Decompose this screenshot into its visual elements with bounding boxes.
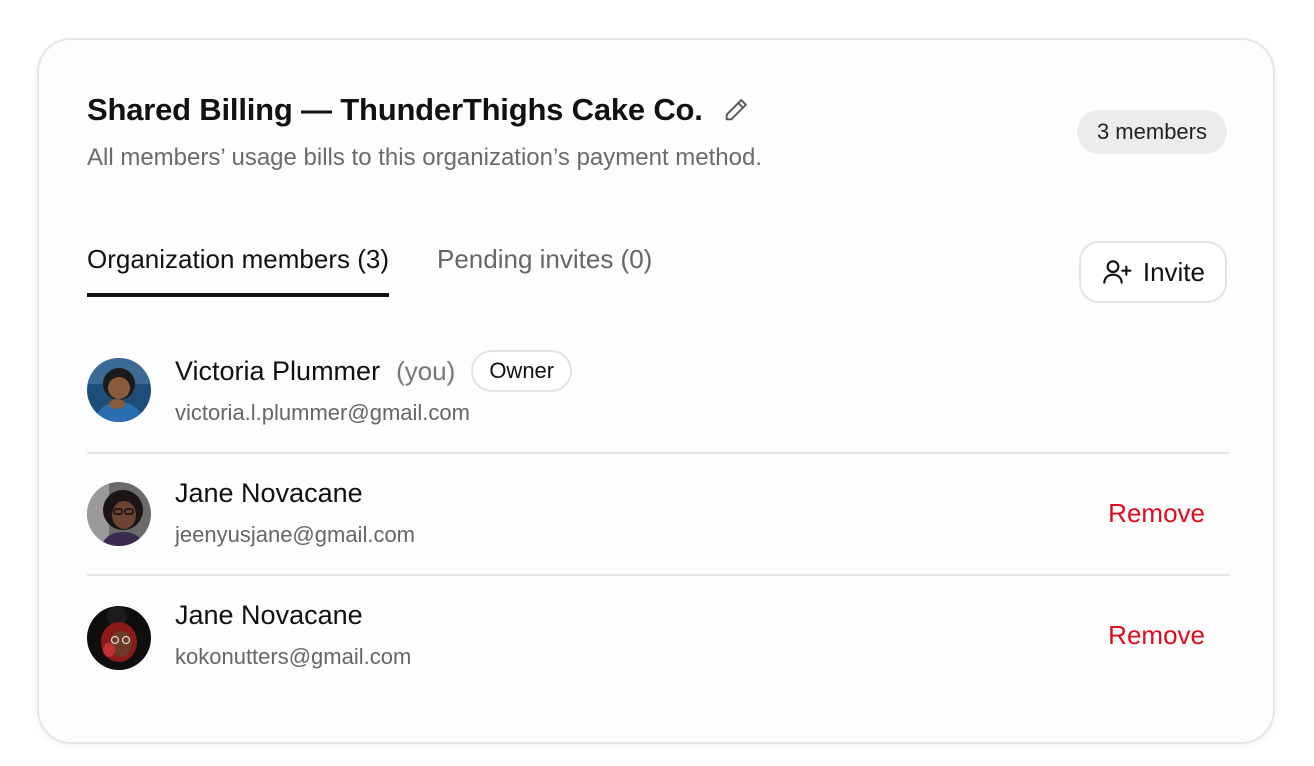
member-name-row: Jane Novacane bbox=[175, 600, 363, 631]
member-email: jeenyusjane@gmail.com bbox=[175, 522, 416, 547]
member-name: Jane Novacane bbox=[175, 478, 363, 508]
title-row: Shared Billing — ThunderThighs Cake Co. bbox=[87, 92, 751, 128]
tab-bar: Organization members (3) Pending invites… bbox=[87, 244, 652, 297]
member-row: Jane Novacane jeenyusjane@gmail.com Remo… bbox=[87, 454, 1229, 576]
remove-button[interactable]: Remove bbox=[1108, 620, 1205, 651]
member-row: Victoria Plummer (you) Owner victoria.l.… bbox=[87, 332, 1229, 454]
member-row: Jane Novacane kokonutters@gmail.com Remo… bbox=[87, 576, 1229, 698]
remove-button[interactable]: Remove bbox=[1108, 498, 1205, 529]
member-name: Jane Novacane bbox=[175, 600, 363, 630]
page-subtitle: All members’ usage bills to this organiz… bbox=[87, 144, 762, 171]
tab-pending-invites[interactable]: Pending invites (0) bbox=[437, 244, 652, 297]
you-label: (you) bbox=[396, 355, 456, 386]
invite-button-label: Invite bbox=[1142, 256, 1205, 287]
member-name-row: Victoria Plummer (you) Owner bbox=[175, 350, 573, 392]
avatar bbox=[87, 358, 151, 422]
page-title: Shared Billing — ThunderThighs Cake Co. bbox=[87, 92, 703, 127]
member-name: Victoria Plummer bbox=[175, 355, 381, 386]
avatar bbox=[87, 482, 151, 546]
user-plus-icon bbox=[1103, 260, 1132, 284]
owner-badge: Owner bbox=[471, 350, 573, 392]
tab-organization-members[interactable]: Organization members (3) bbox=[87, 244, 389, 297]
shared-billing-card: Shared Billing — ThunderThighs Cake Co. … bbox=[37, 38, 1275, 744]
invite-button[interactable]: Invite bbox=[1078, 241, 1227, 303]
avatar bbox=[87, 606, 151, 670]
member-email: kokonutters@gmail.com bbox=[175, 644, 412, 669]
member-name-row: Jane Novacane bbox=[175, 478, 363, 509]
pencil-icon[interactable] bbox=[721, 95, 751, 125]
member-email: victoria.l.plummer@gmail.com bbox=[175, 400, 470, 425]
members-count-badge: 3 members bbox=[1076, 110, 1227, 154]
